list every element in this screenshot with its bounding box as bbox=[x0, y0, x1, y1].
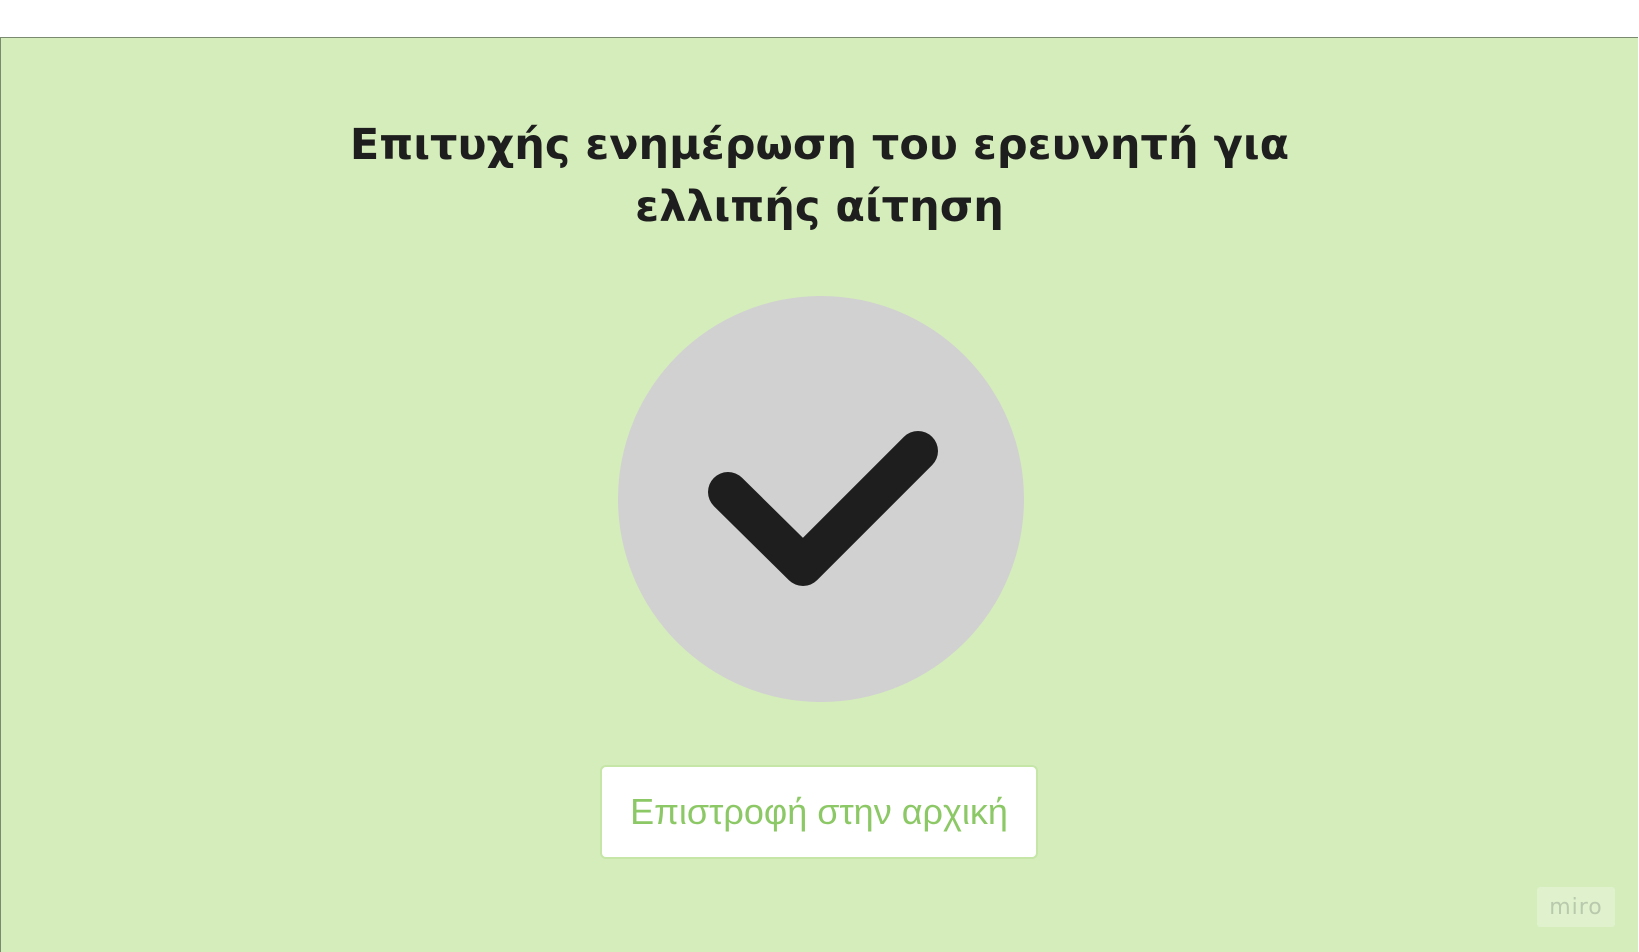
page-title: Επιτυχής ενημέρωση του ερευνητή για ελλι… bbox=[1, 114, 1638, 238]
success-screen: Επιτυχής ενημέρωση του ερευνητή για ελλι… bbox=[0, 37, 1638, 952]
miro-logo: miro bbox=[1537, 887, 1615, 927]
page-title-line-1: Επιτυχής ενημέρωση του ερευνητή για bbox=[349, 120, 1290, 170]
checkmark-icon bbox=[708, 431, 938, 586]
success-status-circle bbox=[618, 296, 1024, 702]
miro-logo-label: miro bbox=[1549, 894, 1603, 920]
page-title-line-2: ελλιπής αίτηση bbox=[635, 182, 1004, 232]
return-home-button-label: Επιστροφή στην αρχική bbox=[630, 791, 1008, 832]
return-home-button[interactable]: Επιστροφή στην αρχική bbox=[600, 765, 1038, 859]
